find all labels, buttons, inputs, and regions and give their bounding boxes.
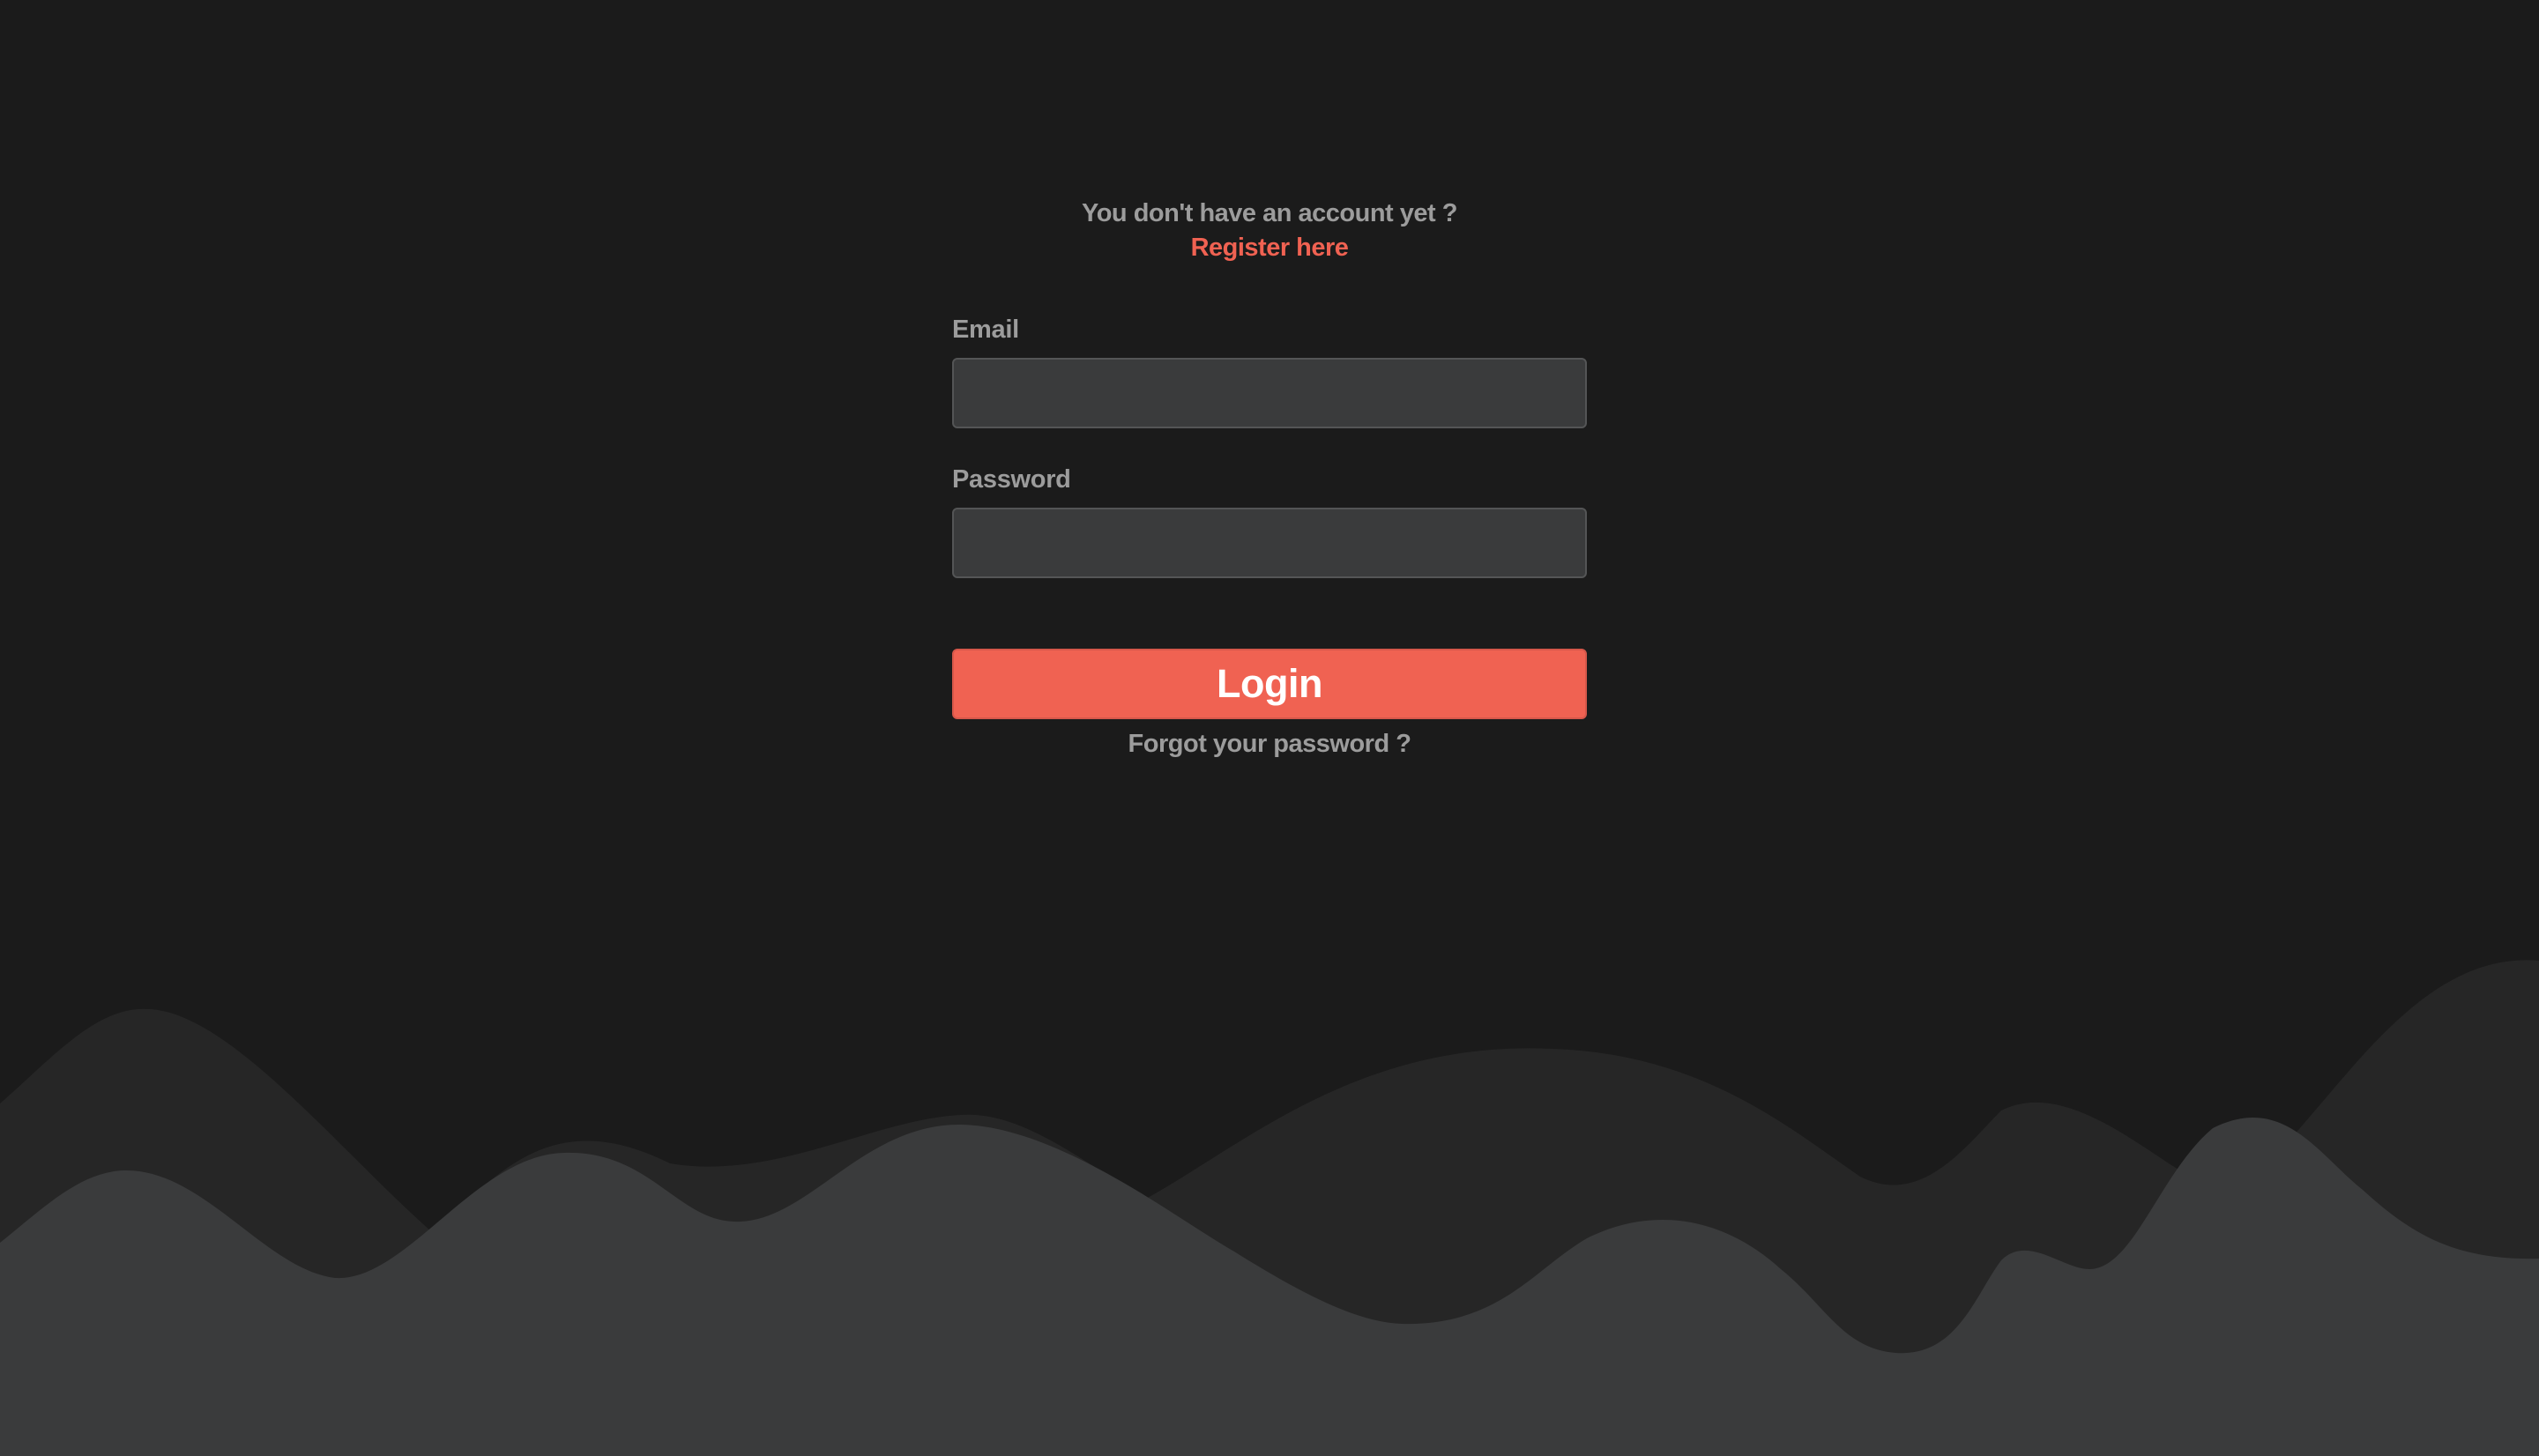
login-button[interactable]: Login — [952, 649, 1587, 719]
login-page: You don't have an account yet ? Register… — [0, 0, 2539, 1456]
email-label: Email — [952, 316, 1019, 344]
forgot-password-link[interactable]: Forgot your password ? — [952, 726, 1587, 761]
password-input[interactable] — [952, 508, 1587, 578]
register-link[interactable]: Register here — [952, 230, 1587, 265]
password-label: Password — [952, 465, 1071, 494]
register-prompt-text: You don't have an account yet ? — [1082, 199, 1457, 227]
login-form: You don't have an account yet ? Register… — [952, 0, 1587, 1456]
email-input[interactable] — [952, 358, 1587, 428]
